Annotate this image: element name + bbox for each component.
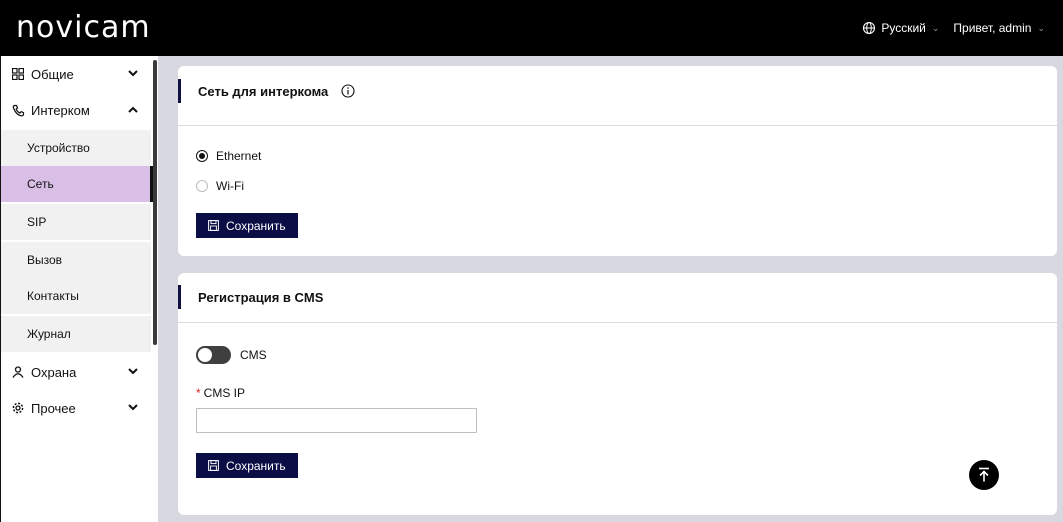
save-icon <box>208 220 219 231</box>
chevron-down-icon <box>127 403 139 414</box>
cms-card: Регистрация в CMS CMS * CMS IP Сохранить <box>178 273 1057 515</box>
chevron-up-icon <box>127 105 139 116</box>
cms-toggle-label: CMS <box>240 348 267 362</box>
sidebar: Общие Интерком Устройство Сеть SIP Вызов… <box>0 56 158 522</box>
radio-indicator[interactable] <box>196 180 208 192</box>
save-button[interactable]: Сохранить <box>196 213 298 238</box>
globe-icon <box>863 21 876 35</box>
header-right: Русский ⌄ Привет, admin ⌄ <box>862 18 1045 38</box>
sidebar-item-general[interactable]: Общие <box>1 56 151 92</box>
user-menu[interactable]: Привет, admin <box>953 21 1031 35</box>
scroll-to-top-button[interactable] <box>969 460 999 490</box>
cms-ip-label-text: CMS IP <box>203 386 246 400</box>
required-mark: * <box>196 386 201 400</box>
grid-icon <box>11 67 25 81</box>
radio-indicator[interactable] <box>196 150 208 162</box>
radio-wifi[interactable]: Wi-Fi <box>196 179 244 193</box>
save-button-label: Сохранить <box>226 218 286 233</box>
main-content: Сеть для интеркома Ethernet Wi-Fi Сохран… <box>158 56 1063 522</box>
info-icon[interactable] <box>341 84 355 98</box>
save-button[interactable]: Сохранить <box>196 453 298 478</box>
chevron-down-icon <box>127 367 139 378</box>
card-header: Сеть для интеркома <box>178 66 1057 126</box>
top-header: novicam Русский ⌄ Привет, admin ⌄ <box>0 0 1063 56</box>
sidebar-item-security[interactable]: Охрана <box>1 354 151 390</box>
sidebar-item-label: Интерком <box>31 102 90 118</box>
chevron-down-icon: ⌄ <box>931 22 940 33</box>
radio-ethernet[interactable]: Ethernet <box>196 149 261 163</box>
card-header-accent <box>178 79 181 103</box>
card-title: Регистрация в CMS <box>198 290 324 305</box>
sidebar-item-label: Охрана <box>31 364 77 380</box>
card-header: Регистрация в CMS <box>178 273 1057 323</box>
sidebar-subitem-network[interactable]: Сеть <box>1 166 153 202</box>
card-header-accent <box>178 285 181 309</box>
sidebar-item-label: Общие <box>31 66 74 82</box>
language-selector[interactable]: Русский <box>881 21 926 35</box>
person-icon <box>11 365 25 379</box>
cms-ip-label: * CMS IP <box>196 386 245 400</box>
logo: novicam <box>16 10 151 45</box>
cms-ip-input[interactable] <box>196 408 477 433</box>
toggle-knob <box>198 348 212 362</box>
sidebar-item-other[interactable]: Прочее <box>1 390 151 426</box>
sidebar-subitem-contacts[interactable]: Контакты <box>1 278 151 314</box>
cms-toggle[interactable] <box>196 346 231 364</box>
sidebar-subitem-journal[interactable]: Журнал <box>1 316 151 352</box>
sidebar-item-intercom[interactable]: Интерком <box>1 92 151 128</box>
gear-icon <box>11 401 25 415</box>
arrow-up-icon <box>979 467 989 482</box>
save-icon <box>208 460 219 471</box>
radio-label: Wi-Fi <box>216 179 244 193</box>
card-title: Сеть для интеркома <box>198 84 329 99</box>
sidebar-subitem-sip[interactable]: SIP <box>1 204 151 240</box>
sidebar-scrollbar[interactable] <box>153 60 157 345</box>
network-card: Сеть для интеркома Ethernet Wi-Fi Сохран… <box>178 66 1057 256</box>
sidebar-subitem-device[interactable]: Устройство <box>1 130 151 166</box>
save-button-label: Сохранить <box>226 458 286 473</box>
sidebar-subitem-call[interactable]: Вызов <box>1 242 151 278</box>
phone-icon <box>11 103 25 117</box>
sidebar-item-label: Прочее <box>31 400 76 416</box>
chevron-down-icon: ⌄ <box>1037 22 1045 33</box>
chevron-down-icon <box>127 69 139 80</box>
radio-label: Ethernet <box>216 149 262 163</box>
